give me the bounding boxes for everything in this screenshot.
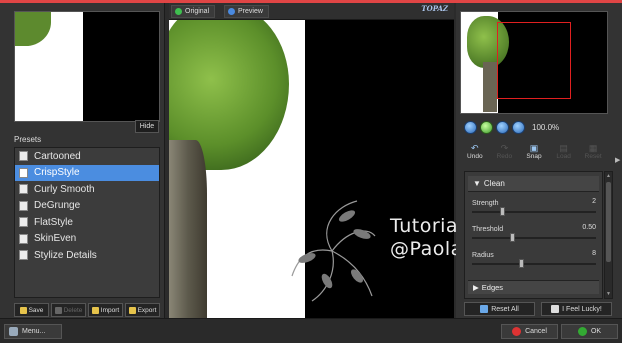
save-icon [19,306,27,314]
export-icon [128,306,136,314]
reset-icon: ▦ [588,142,598,153]
threshold-slider[interactable]: Threshold 0.50 [472,224,596,244]
scrollbar-thumb[interactable] [606,182,611,262]
preset-item-degrunge[interactable]: DeGrunge [15,198,159,215]
preset-icon [19,151,28,162]
export-preset-button[interactable]: Export [125,303,160,317]
menu-button[interactable]: Menu... [4,324,62,339]
undo-button[interactable]: ↶ Undo [460,139,490,163]
presets-panel: Hide Presets Cartooned CrispStyle Curly … [0,3,165,318]
navigator-thumbnail[interactable] [460,11,608,114]
edges-section-header[interactable]: ▶ Edges [468,280,599,294]
preset-item-curly-smooth[interactable]: Curly Smooth [15,181,159,198]
strength-slider[interactable]: Strength 2 [472,198,596,218]
delete-icon [54,306,62,314]
dice-icon [551,305,560,313]
zoom-out-icon[interactable] [464,120,477,134]
hide-thumbnail-button[interactable]: Hide [135,120,159,133]
preset-item-cartooned[interactable]: Cartooned [15,148,159,165]
delete-preset-button[interactable]: Delete [51,303,86,317]
preset-thumbnail [14,11,160,122]
clean-section-header[interactable]: ▼ Clean [468,176,599,192]
scroll-down-icon[interactable]: ▼ [606,291,611,297]
preview-canvas[interactable] [169,20,454,318]
preset-item-skineven[interactable]: SkinEven [15,231,159,248]
radius-slider[interactable]: Radius 8 [472,250,596,270]
radius-value: 8 [592,250,596,257]
settings-list: ▼ Clean Strength 2 Threshold 0.50 Radius… [464,171,603,299]
preset-button-row: Save Delete Import Export [14,303,160,317]
bottom-bar: Menu... Cancel OK [0,318,622,343]
preview-dot-icon [228,8,235,15]
zoom-actual-icon[interactable] [512,120,525,134]
load-icon: ▤ [559,142,568,153]
strength-value: 2 [592,198,596,205]
redo-button[interactable]: ↷ Redo [490,139,520,163]
preset-icon [19,217,28,228]
original-dot-icon [175,8,182,15]
redo-icon: ↷ [500,142,509,153]
settings-action-row: Reset All I Feel Lucky! [464,302,612,316]
preset-icon [19,200,28,211]
collapse-right-arrow-icon[interactable]: ▶ [615,156,620,164]
preset-item-crispstyle[interactable]: CrispStyle [15,164,159,181]
ok-button[interactable]: OK [561,324,618,339]
preset-icon [19,167,28,178]
zoom-level: 100.0% [532,122,560,132]
tab-original[interactable]: Original [171,5,216,18]
settings-panel: 100.0% ↶ Undo ↷ Redo ▣ Snap ▤ Load ▦ Res… [456,3,622,318]
i-feel-lucky-button[interactable]: I Feel Lucky! [541,302,612,316]
zoom-in-icon[interactable] [480,120,493,134]
reset-button[interactable]: ▦ Reset [578,139,608,163]
menu-tool-icon [9,327,18,336]
reset-all-icon [480,305,489,313]
zoom-fit-icon[interactable] [496,120,509,134]
cancel-button[interactable]: Cancel [501,324,558,339]
save-preset-button[interactable]: Save [14,303,49,317]
threshold-slider-thumb[interactable] [509,233,515,242]
presets-label: Presets [14,135,42,144]
navigator-view-rectangle[interactable] [497,22,571,99]
cancel-icon [512,327,522,336]
preset-icon [19,184,28,195]
preview-tabbar: Original Preview TOPAZ [169,3,454,20]
undo-icon: ↶ [471,142,479,153]
preset-item-flatstyle[interactable]: FlatStyle [15,214,159,231]
strength-slider-thumb[interactable] [500,207,505,216]
preset-list: Cartooned CrispStyle Curly Smooth DeGrun… [14,147,160,298]
reset-all-button[interactable]: Reset All [464,302,535,316]
threshold-value: 0.50 [582,224,596,231]
snap-icon: ▣ [529,142,539,153]
tab-preview[interactable]: Preview [224,5,269,18]
scroll-up-icon[interactable]: ▲ [606,173,611,179]
preset-item-stylize-details[interactable]: Stylize Details [15,247,159,264]
ok-icon [577,327,587,336]
topaz-logo: TOPAZ [421,4,448,13]
edit-toolbar: ↶ Undo ↷ Redo ▣ Snap ▤ Load ▦ Reset [460,139,608,163]
tree-trunk-image [169,140,207,318]
expand-down-icon: ▼ [473,179,481,188]
zoom-controls: 100.0% [464,120,559,134]
radius-slider-thumb[interactable] [518,259,524,268]
preset-icon [19,233,28,244]
load-button[interactable]: ▤ Load [549,139,579,163]
snap-button[interactable]: ▣ Snap [519,139,549,163]
preset-icon [19,250,28,261]
import-icon [91,306,99,314]
floral-ornament-image [291,200,376,302]
import-preset-button[interactable]: Import [88,303,123,317]
settings-scrollbar[interactable]: ▲ ▼ [604,171,613,299]
preview-area: Original Preview TOPAZ [169,3,454,318]
expand-right-icon: ▶ [473,283,479,292]
